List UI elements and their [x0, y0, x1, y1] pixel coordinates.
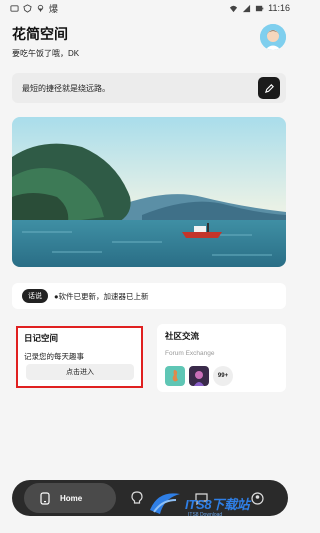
- notice-tag: 话说: [22, 289, 48, 303]
- page-header: 花简空间 要吃午饭了哦，DK: [12, 24, 79, 59]
- avatar[interactable]: [260, 24, 286, 50]
- watermark-logo-icon: [150, 493, 180, 514]
- character-avatar-icon: [189, 366, 209, 386]
- location-icon: [37, 4, 44, 12]
- nav-home-label: Home: [60, 493, 83, 503]
- greeting-text: 要吃午饭了哦，DK: [12, 49, 80, 58]
- diary-card[interactable]: 日记空间 记录您的每天趣事 点击进入: [16, 326, 143, 388]
- forum-user-avatar[interactable]: [165, 366, 185, 386]
- diary-subtitle: 记录您的每天趣事: [24, 352, 84, 361]
- bulb-icon: [131, 491, 143, 504]
- pen-icon: [264, 83, 274, 93]
- notification-icon: [10, 4, 19, 12]
- nav-profile[interactable]: [248, 489, 266, 507]
- status-bar: 爆 11:16: [0, 0, 300, 16]
- forum-subtitle: Forum Exchange: [165, 350, 215, 357]
- wifi-icon: [230, 5, 238, 12]
- quote-card: 最短的捷径就是绕远路。: [12, 73, 286, 103]
- forum-card[interactable]: 社区交流 Forum Exchange 99+: [157, 324, 286, 392]
- status-glyph: 爆: [49, 3, 59, 14]
- status-right: 11:16: [229, 3, 290, 13]
- status-time: 11:16: [268, 3, 290, 13]
- forum-title: 社区交流: [165, 331, 200, 341]
- battery-icon: [256, 5, 264, 11]
- enter-diary-button[interactable]: 点击进入: [26, 364, 134, 380]
- landscape-illustration: [12, 117, 286, 267]
- forum-avatars: 99+: [165, 366, 233, 386]
- watermark: ITS8下载站 ITS8 Download: [148, 488, 250, 518]
- shield-icon: [23, 3, 32, 13]
- landscape-banner: [12, 117, 286, 267]
- quote-text: 最短的捷径就是绕远路。: [22, 83, 110, 93]
- nav-ideas[interactable]: [128, 489, 146, 507]
- user-avatar-icon: [260, 24, 286, 50]
- signal-icon: [243, 4, 251, 12]
- forum-user-avatar[interactable]: [189, 366, 209, 386]
- seahorse-avatar-icon: [165, 366, 185, 386]
- home-icon: [40, 491, 50, 505]
- watermark-subtext: ITS8 Download: [188, 512, 223, 518]
- diary-title: 日记空间: [24, 333, 59, 343]
- forum-count-badge: 99+: [213, 366, 233, 386]
- profile-icon: [250, 491, 264, 505]
- page-title: 花简空间: [12, 26, 68, 42]
- notice-bar: 话说 ●软件已更新，加速器已上新: [12, 283, 286, 309]
- nav-home[interactable]: Home: [24, 483, 116, 513]
- edit-quote-button[interactable]: [258, 77, 280, 99]
- watermark-text: ITS8下载站: [185, 496, 250, 512]
- status-left: 爆: [10, 2, 58, 15]
- notice-text: ●软件已更新，加速器已上新: [54, 291, 149, 301]
